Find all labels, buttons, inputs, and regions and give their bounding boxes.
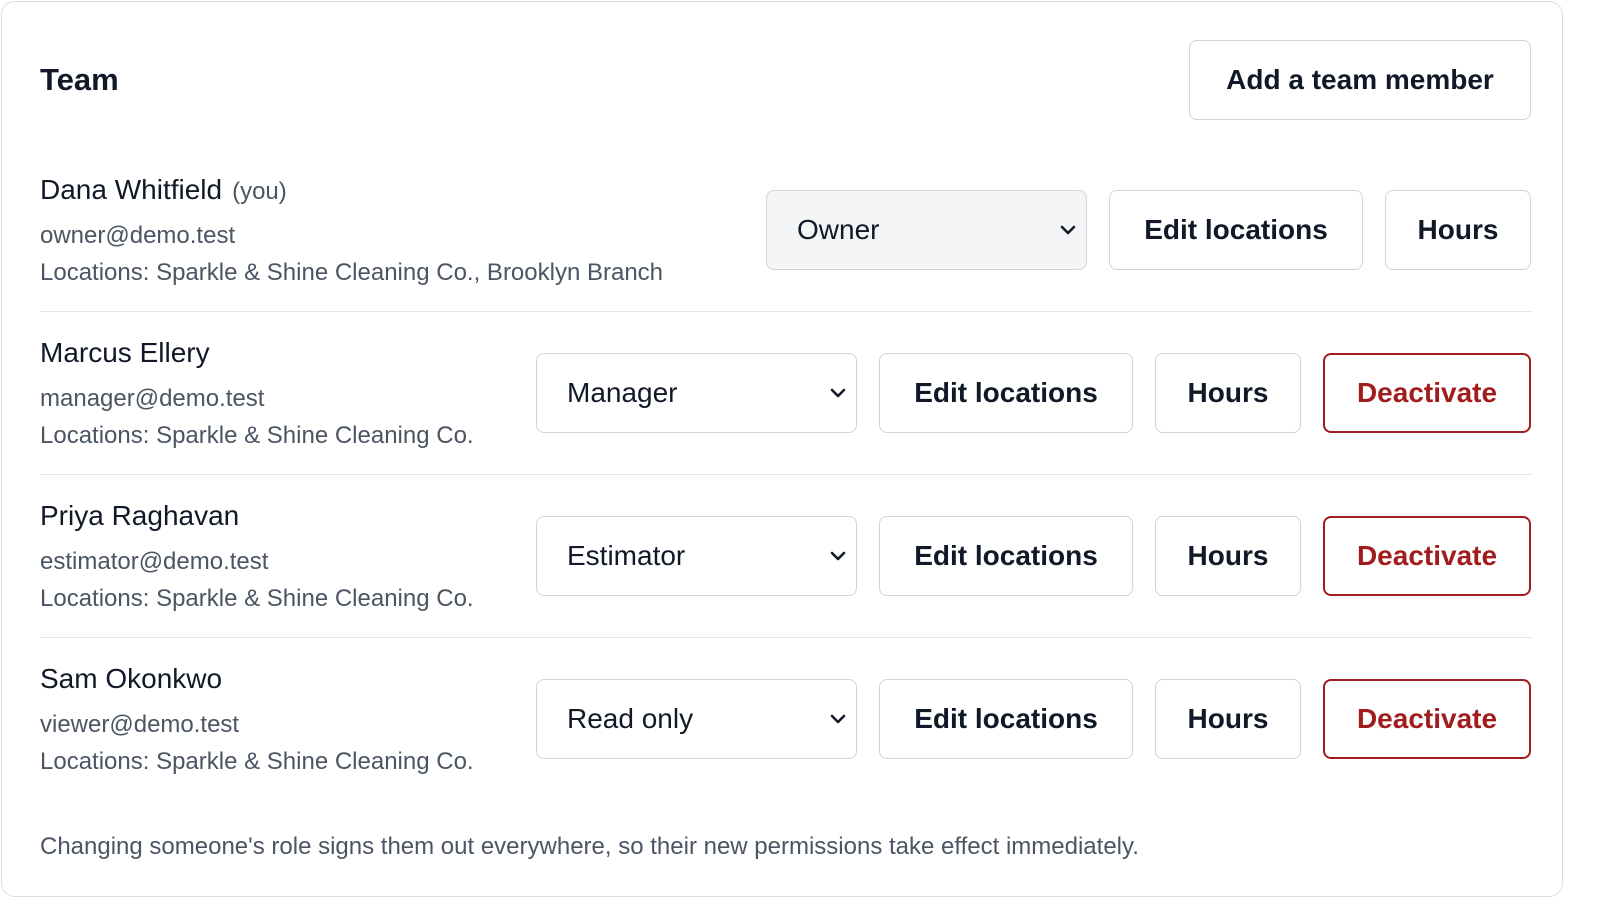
row-divider (40, 311, 1532, 312)
hours-button[interactable]: Hours (1385, 190, 1531, 270)
edit-locations-button[interactable]: Edit locations (879, 516, 1133, 596)
team-card: Team Add a team member Dana Whitfield (yo… (1, 1, 1563, 897)
deactivate-button[interactable]: Deactivate (1323, 353, 1531, 433)
member-name: Dana Whitfield (40, 174, 223, 205)
edit-locations-button[interactable]: Edit locations (879, 679, 1133, 759)
member-locations: Locations: Sparkle & Shine Cleaning Co. (40, 422, 474, 449)
member-email: viewer@demo.test (40, 711, 240, 738)
member-name: Marcus Ellery (40, 337, 210, 368)
member-locations: Locations: Sparkle & Shine Cleaning Co. (40, 748, 474, 775)
chevron-down-icon (1060, 225, 1076, 235)
deactivate-button[interactable]: Deactivate (1323, 679, 1531, 759)
add-team-member-button[interactable]: Add a team member (1189, 40, 1531, 120)
edit-locations-button[interactable]: Edit locations (1109, 190, 1363, 270)
row-divider (40, 474, 1532, 475)
role-select[interactable]: Estimator (536, 516, 857, 596)
hours-button[interactable]: Hours (1155, 679, 1301, 759)
role-select[interactable]: Read only (536, 679, 857, 759)
role-change-note: Changing someone's role signs them out e… (40, 833, 1139, 860)
member-email: estimator@demo.test (40, 548, 269, 575)
hours-button[interactable]: Hours (1155, 516, 1301, 596)
member-name: Priya Raghavan (40, 500, 240, 531)
role-select[interactable]: Owner (766, 190, 1087, 270)
page-title: Team (40, 62, 119, 97)
chevron-down-icon (830, 714, 846, 724)
member-email: owner@demo.test (40, 222, 236, 249)
role-select[interactable]: Manager (536, 353, 857, 433)
edit-locations-button[interactable]: Edit locations (879, 353, 1133, 433)
role-select-value: Read only (567, 703, 694, 734)
role-select-value: Estimator (567, 540, 686, 571)
chevron-down-icon (830, 551, 846, 561)
role-select-value: Manager (567, 377, 678, 408)
member-email: manager@demo.test (40, 385, 265, 412)
hours-button[interactable]: Hours (1155, 353, 1301, 433)
member-name: Sam Okonkwo (40, 663, 223, 694)
member-name-line: Dana Whitfield (you) (40, 174, 287, 206)
deactivate-button[interactable]: Deactivate (1323, 516, 1531, 596)
role-select-value: Owner (797, 214, 880, 245)
row-divider (40, 637, 1532, 638)
chevron-down-icon (830, 388, 846, 398)
member-locations: Locations: Sparkle & Shine Cleaning Co. (40, 585, 474, 612)
you-tag: (you) (232, 178, 287, 205)
member-locations: Locations: Sparkle & Shine Cleaning Co.,… (40, 259, 664, 286)
